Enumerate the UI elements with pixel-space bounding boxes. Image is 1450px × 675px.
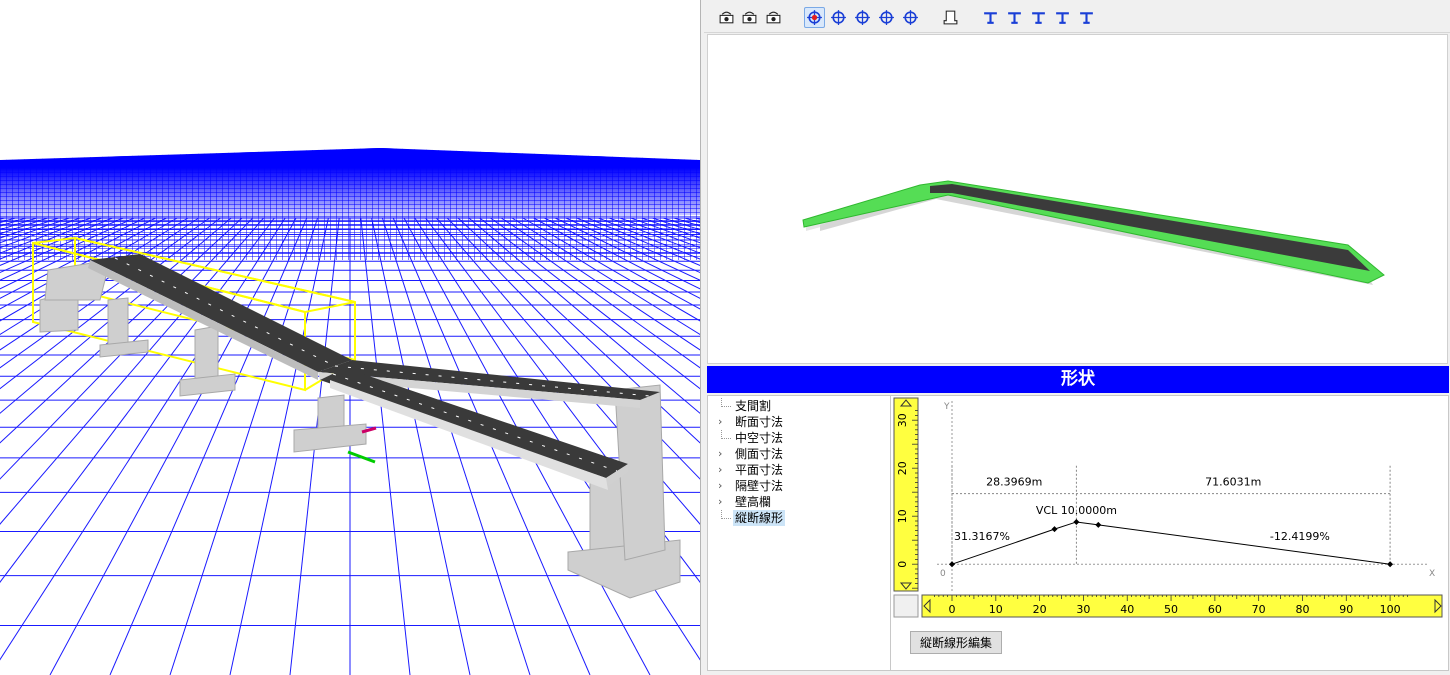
toolbar-button-move-cross[interactable] — [876, 7, 897, 28]
view-preset-4-icon — [1056, 12, 1069, 24]
x-tick-label: 20 — [1033, 603, 1047, 616]
x-tick-label: 80 — [1295, 603, 1309, 616]
tree-item-label: 平面寸法 — [735, 463, 784, 477]
shape-editor-panel: 支間割 › 断面寸法中空寸法 › 側面寸法 › 平面寸法 › 隔壁寸法 › 壁高欄 縦断線形 0 10 2… — [707, 395, 1449, 671]
y-tick-label: 10 — [896, 509, 909, 523]
app-window: 形状 支間割 › 断面寸法中空寸法 › 側面寸法 › 平面寸法 › 隔壁寸法 › 壁高欄 縦断線形 0… — [0, 0, 1450, 675]
view-preset-1-icon — [984, 12, 997, 24]
y-axis-label: Y — [943, 402, 950, 412]
pan-hand-icon — [742, 11, 757, 24]
bridge-deck — [88, 254, 660, 490]
profile-point[interactable] — [1095, 521, 1102, 528]
view-preset-2-icon — [1008, 12, 1021, 24]
shape-tree: 支間割 › 断面寸法中空寸法 › 側面寸法 › 平面寸法 › 隔壁寸法 › 壁高欄 縦断線形 — [708, 396, 891, 670]
edit-profile-button[interactable]: 縦断線形編集 — [910, 631, 1003, 654]
tree-item[interactable]: › 平面寸法 — [708, 462, 890, 478]
tree-item-label: 隔壁寸法 — [735, 479, 784, 493]
section-title: 形状 — [1061, 369, 1095, 389]
3d-model-view[interactable] — [0, 0, 701, 675]
tree-item[interactable]: › 壁高欄 — [708, 494, 890, 510]
tree-item-label: 断面寸法 — [735, 415, 784, 429]
view-toolbar — [704, 0, 1450, 33]
grade-right-label: -12.4199% — [1270, 530, 1330, 543]
tree-item-label: 側面寸法 — [735, 447, 784, 461]
chevron-right-icon[interactable]: › — [718, 414, 728, 430]
x-tick-label: 40 — [1120, 603, 1134, 616]
origin-label: 0 — [940, 569, 946, 579]
toolbar-button-camera-rotate-alt[interactable] — [763, 7, 784, 28]
view-preset-5-icon — [1080, 12, 1093, 24]
tree-item-label: 縦断線形 — [733, 510, 786, 526]
profile-3d-preview[interactable] — [708, 35, 1449, 365]
camera-rotate-icon — [719, 11, 734, 24]
profile-point[interactable] — [949, 561, 955, 568]
move-cross-icon — [879, 10, 894, 25]
profile-point[interactable] — [1073, 518, 1080, 525]
x-tick-label: 100 — [1380, 603, 1401, 616]
rotate-horizontal-icon — [831, 10, 846, 25]
x-axis-label: X — [1429, 569, 1435, 579]
tree-item[interactable]: 中空寸法 — [708, 430, 890, 446]
y-tick-label: 30 — [896, 413, 909, 427]
tree-item-label: 壁高欄 — [735, 495, 772, 509]
vcl-label: VCL 10.0000m — [1036, 504, 1117, 517]
x-tick-label: 60 — [1208, 603, 1222, 616]
x-tick-label: 90 — [1339, 603, 1353, 616]
profile-point[interactable] — [1387, 561, 1394, 568]
toolbar-button-rotate-free[interactable] — [804, 7, 825, 28]
toolbar-button-front-view[interactable] — [940, 7, 961, 28]
tree-item[interactable]: 縦断線形 — [708, 510, 890, 526]
x-tick-label: 30 — [1076, 603, 1090, 616]
3d-scene[interactable] — [0, 0, 701, 675]
tree-item-label: 中空寸法 — [735, 431, 784, 445]
tree-item-label: 支間割 — [735, 399, 772, 413]
span-right-label: 71.6031m — [1205, 476, 1261, 489]
y-tick-label: 0 — [896, 561, 909, 568]
tree-item[interactable]: 支間割 — [708, 398, 890, 414]
profile-preview-view[interactable] — [707, 34, 1448, 364]
chevron-right-icon[interactable]: › — [718, 446, 728, 462]
rotate-free-icon — [807, 10, 822, 25]
profile-point[interactable] — [1051, 526, 1058, 533]
grade-left-label: 31.3167% — [954, 530, 1010, 543]
toolbar-button-view-preset-3[interactable] — [1028, 7, 1049, 28]
toolbar-button-rotate-vertical[interactable] — [852, 7, 873, 28]
tree-item[interactable]: › 側面寸法 — [708, 446, 890, 462]
tree-line-icon — [721, 510, 731, 519]
toolbar-button-view-preset-1[interactable] — [980, 7, 1001, 28]
toolbar-button-view-preset-2[interactable] — [1004, 7, 1025, 28]
tree-line-icon — [721, 430, 731, 439]
tree-item[interactable]: › 断面寸法 — [708, 414, 890, 430]
section-title-bar: 形状 — [707, 366, 1449, 393]
right-pane: 形状 支間割 › 断面寸法中空寸法 › 側面寸法 › 平面寸法 › 隔壁寸法 › 壁高欄 縦断線形 0… — [704, 0, 1450, 675]
x-tick-label: 70 — [1252, 603, 1266, 616]
toolbar-button-view-preset-5[interactable] — [1076, 7, 1097, 28]
tree-item[interactable]: › 隔壁寸法 — [708, 478, 890, 494]
chevron-right-icon[interactable]: › — [718, 462, 728, 478]
front-view-icon — [943, 10, 958, 25]
x-tick-label: 0 — [949, 603, 956, 616]
span-left-label: 28.3969m — [986, 476, 1042, 489]
toolbar-button-view-preset-4[interactable] — [1052, 7, 1073, 28]
x-tick-label: 50 — [1164, 603, 1178, 616]
toolbar-button-pan-hand[interactable] — [739, 7, 760, 28]
chevron-right-icon[interactable]: › — [718, 478, 728, 494]
profile-chart[interactable]: 0 10 20 30 0 10 20 30 40 50 60 70 80 90 100 Y X 0 28.3969m… — [892, 396, 1448, 628]
camera-rotate-alt-icon — [766, 11, 781, 24]
chevron-right-icon[interactable]: › — [718, 494, 728, 510]
zoom-truck-icon — [903, 10, 918, 25]
view-preset-3-icon — [1032, 12, 1045, 24]
toolbar-button-camera-rotate[interactable] — [716, 7, 737, 28]
x-tick-label: 10 — [989, 603, 1003, 616]
toolbar-button-zoom-truck[interactable] — [900, 7, 921, 28]
profile-chart-area: 0 10 20 30 0 10 20 30 40 50 60 70 80 90 100 Y X 0 28.3969m… — [892, 396, 1448, 670]
rotate-vertical-icon — [855, 10, 870, 25]
tree-line-icon — [721, 398, 731, 407]
y-tick-label: 20 — [896, 461, 909, 475]
toolbar-button-rotate-horizontal[interactable] — [828, 7, 849, 28]
